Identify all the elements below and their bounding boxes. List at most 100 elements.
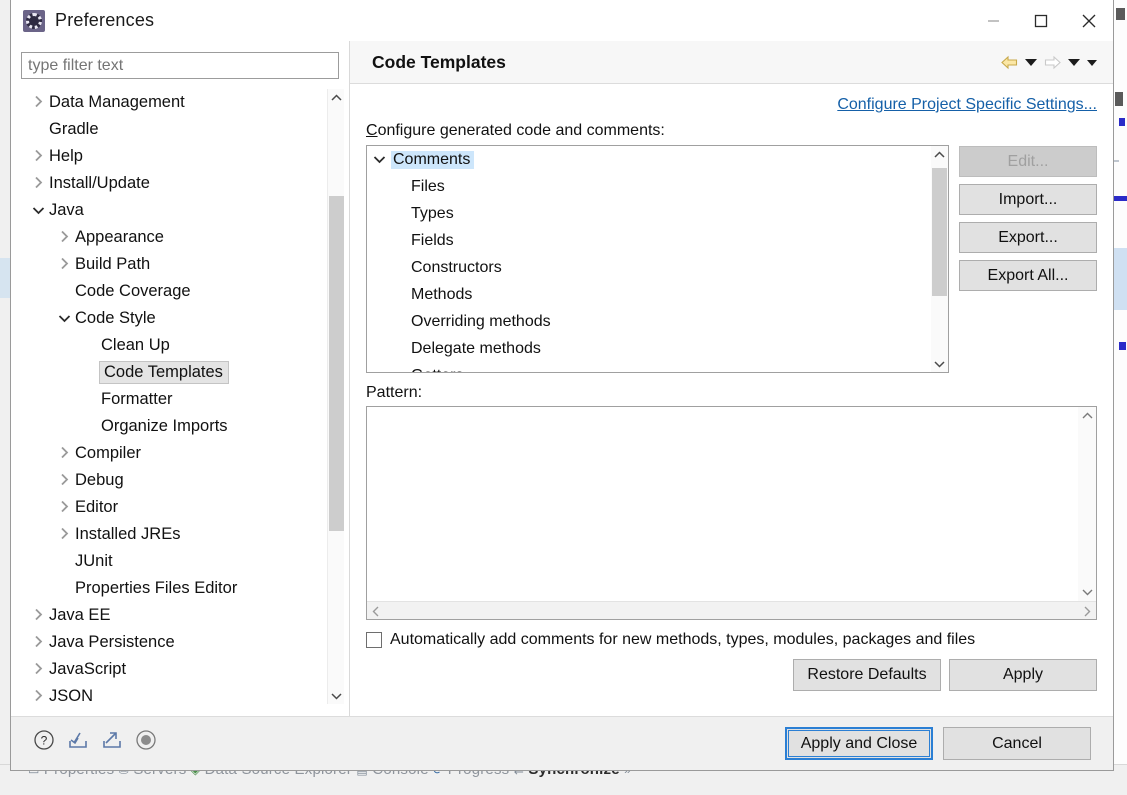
sidebar-item-installed-jres[interactable]: Installed JREs	[21, 521, 339, 548]
chevron-right-icon[interactable]	[53, 500, 75, 515]
sidebar-item-formatter[interactable]: Formatter	[21, 386, 339, 413]
page-title: Code Templates	[372, 51, 506, 72]
sidebar-item-install-update[interactable]: Install/Update	[21, 170, 339, 197]
pattern-scroll-left-icon[interactable]	[367, 602, 385, 620]
preferences-tree[interactable]: Data Management Gradle Help Install/Update J…	[21, 89, 339, 704]
pattern-scroll-down-icon[interactable]	[1078, 583, 1096, 601]
templates-scroll-down-icon[interactable]	[931, 355, 948, 372]
pattern-editor[interactable]	[366, 406, 1097, 620]
sidebar-item-properties-files-editor[interactable]: Properties Files Editor	[21, 575, 339, 602]
sidebar-item-java-persistence[interactable]: Java Persistence	[21, 629, 339, 656]
template-item-files[interactable]: Files	[367, 173, 948, 200]
page-content: Configure Project Specific Settings... C…	[350, 84, 1113, 716]
template-item-types[interactable]: Types	[367, 200, 948, 227]
sidebar-item-compiler[interactable]: Compiler	[21, 440, 339, 467]
pattern-scroll-right-icon[interactable]	[1078, 602, 1096, 620]
back-dropdown-icon[interactable]	[1025, 59, 1037, 66]
pattern-text-area[interactable]	[367, 407, 1078, 601]
template-item-delegate-methods[interactable]: Delegate methods	[367, 335, 948, 362]
chevron-right-icon[interactable]	[27, 689, 49, 704]
sidebar-item-code-style[interactable]: Code Style	[21, 305, 339, 332]
chevron-right-icon[interactable]	[53, 257, 75, 272]
sidebar-item-organize-imports[interactable]: Organize Imports	[21, 413, 339, 440]
sidebar-item-gradle[interactable]: Gradle	[21, 116, 339, 143]
forward-dropdown-icon[interactable]	[1068, 59, 1080, 66]
sidebar-item-editor[interactable]: Editor	[21, 494, 339, 521]
pattern-vertical-scrollbar[interactable]	[1078, 407, 1096, 601]
export-all-button[interactable]: Export All...	[959, 260, 1097, 291]
chevron-right-icon[interactable]	[27, 662, 49, 677]
close-button[interactable]	[1065, 0, 1113, 41]
restore-defaults-button[interactable]: Restore Defaults	[793, 659, 941, 691]
dialog-title: Preferences	[55, 10, 155, 30]
import-button[interactable]: Import...	[959, 184, 1097, 215]
chevron-down-icon[interactable]	[367, 152, 391, 167]
chevron-right-icon[interactable]	[53, 230, 75, 245]
apply-and-close-button[interactable]: Apply and Close	[785, 727, 933, 760]
auto-comments-row[interactable]: Automatically add comments for new metho…	[366, 631, 1097, 649]
preferences-sidebar: Data Management Gradle Help Install/Update J…	[11, 41, 349, 716]
sidebar-item-code-templates[interactable]: Code Templates	[21, 359, 339, 386]
sidebar-item-debug[interactable]: Debug	[21, 467, 339, 494]
sidebar-scrollbar[interactable]	[327, 89, 344, 704]
configure-label-text: onfigure generated code and comments:	[377, 122, 665, 139]
template-item-methods[interactable]: Methods	[367, 281, 948, 308]
view-menu-dropdown-icon[interactable]	[1087, 59, 1097, 66]
cancel-button[interactable]: Cancel	[943, 727, 1091, 760]
templates-scrollbar[interactable]	[931, 146, 948, 372]
template-item-constructors[interactable]: Constructors	[367, 254, 948, 281]
help-icon[interactable]: ?	[33, 729, 55, 751]
sidebar-item-help[interactable]: Help	[21, 143, 339, 170]
sidebar-item-data-management[interactable]: Data Management	[21, 89, 339, 116]
pattern-scroll-up-icon[interactable]	[1078, 407, 1096, 425]
configure-project-specific-settings-link[interactable]: Configure Project Specific Settings...	[837, 96, 1097, 113]
back-arrow-icon[interactable]	[1001, 55, 1018, 70]
minimize-button[interactable]	[969, 0, 1017, 41]
auto-comments-checkbox[interactable]	[366, 632, 382, 648]
scroll-up-icon[interactable]	[328, 89, 345, 106]
backdrop-left-strip	[0, 0, 10, 795]
edit-button[interactable]: Edit...	[959, 146, 1097, 177]
chevron-down-icon[interactable]	[53, 312, 75, 325]
sidebar-item-build-path[interactable]: Build Path	[21, 251, 339, 278]
settings-gear-icon[interactable]	[135, 729, 157, 751]
sidebar-item-json[interactable]: JSON	[21, 683, 339, 704]
apply-button[interactable]: Apply	[949, 659, 1097, 691]
chevron-right-icon[interactable]	[27, 635, 49, 650]
sidebar-item-junit[interactable]: JUnit	[21, 548, 339, 575]
template-item-label: Constructors	[411, 258, 502, 276]
sidebar-item-javascript[interactable]: JavaScript	[21, 656, 339, 683]
sidebar-scroll-thumb[interactable]	[329, 196, 344, 531]
scroll-down-icon[interactable]	[328, 687, 345, 704]
template-item-overriding-methods[interactable]: Overriding methods	[367, 308, 948, 335]
chevron-right-icon[interactable]	[27, 95, 49, 110]
sidebar-item-label: Help	[49, 147, 83, 165]
sidebar-item-appearance[interactable]: Appearance	[21, 224, 339, 251]
sidebar-item-code-coverage[interactable]: Code Coverage	[21, 278, 339, 305]
template-item-fields[interactable]: Fields	[367, 227, 948, 254]
chevron-right-icon[interactable]	[53, 473, 75, 488]
template-item-label: Files	[411, 177, 445, 195]
maximize-button[interactable]	[1017, 0, 1065, 41]
chevron-right-icon[interactable]	[27, 176, 49, 191]
sidebar-item-java-ee[interactable]: Java EE	[21, 602, 339, 629]
export-button[interactable]: Export...	[959, 222, 1097, 253]
code-templates-list[interactable]: Comments Files Types Fields Constructors Meth…	[366, 145, 949, 373]
templates-scroll-thumb[interactable]	[932, 168, 947, 296]
chevron-right-icon[interactable]	[53, 527, 75, 542]
sidebar-item-java[interactable]: Java	[21, 197, 339, 224]
chevron-right-icon[interactable]	[27, 149, 49, 164]
template-item-comments[interactable]: Comments	[367, 146, 948, 173]
sidebar-item-clean-up[interactable]: Clean Up	[21, 332, 339, 359]
pattern-horizontal-scrollbar[interactable]	[367, 601, 1096, 619]
sidebar-item-label: Code Templates	[99, 361, 229, 384]
template-item-getters[interactable]: Getters	[367, 362, 948, 373]
chevron-right-icon[interactable]	[53, 446, 75, 461]
chevron-right-icon[interactable]	[27, 608, 49, 623]
backdrop-fragment	[1119, 342, 1126, 350]
templates-scroll-up-icon[interactable]	[931, 146, 948, 163]
export-icon[interactable]	[101, 729, 123, 751]
import-icon[interactable]	[67, 729, 89, 751]
filter-input[interactable]	[21, 52, 339, 79]
chevron-down-icon[interactable]	[27, 204, 49, 217]
